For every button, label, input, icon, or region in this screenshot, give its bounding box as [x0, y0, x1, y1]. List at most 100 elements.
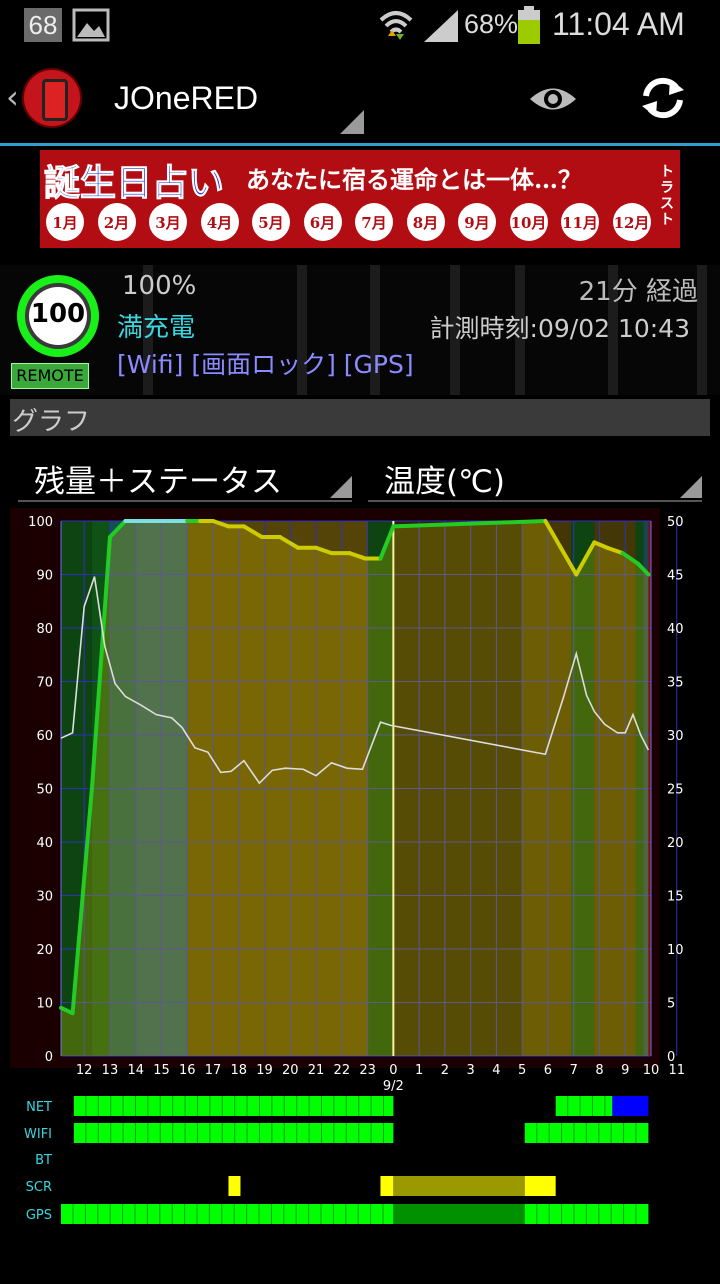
y-left-tick-label: 0 — [45, 1050, 53, 1065]
x-tick-label: 19 — [256, 1063, 273, 1078]
battery-chart: 12 13 14 15 16 17 18 19 20 21 22 23 0 1 2 3 4 5 6 7 8 9 10 11 9/… — [0, 508, 720, 1280]
right-graph-spinner[interactable]: 温度(℃) — [368, 452, 702, 502]
x-tick-label: 23 — [359, 1063, 376, 1078]
eye-icon[interactable] — [528, 82, 578, 116]
x-tick-label: 1 — [415, 1063, 423, 1078]
left-graph-spinner[interactable]: 残量＋ステータス — [18, 452, 352, 502]
status-row-label: WIFI — [24, 1127, 52, 1142]
elapsed-time: 21分 経過 — [578, 277, 698, 307]
y-left-tick-label: 70 — [36, 676, 53, 691]
notification-badge-text: 68 — [28, 9, 58, 40]
banner-month-2: 2月 — [97, 203, 136, 241]
x-tick-label: 5 — [518, 1063, 526, 1078]
banner-month-3: 3月 — [149, 203, 187, 241]
y-right-tick-label: 10 — [667, 943, 684, 958]
graph-section-header: グラフ — [10, 399, 710, 437]
y-left-tick-label: 20 — [36, 943, 53, 958]
y-left-tick-label: 50 — [36, 783, 53, 798]
screen-on-band — [228, 1176, 241, 1196]
net-on-band — [73, 1096, 394, 1116]
y-left-tick-label: 60 — [36, 729, 53, 744]
y-left-tick-label: 40 — [36, 836, 53, 851]
device-info-panel: 100 REMOTE 100% 満充電 [Wifi] [画面ロック] [GPS]… — [0, 265, 720, 395]
y-right-tick-label: 25 — [667, 783, 684, 798]
x-tick-label: 21 — [308, 1063, 325, 1078]
x-tick-label: 11 — [668, 1063, 685, 1078]
x-tick-label: 2 — [441, 1063, 449, 1078]
wifi-icon — [379, 11, 413, 40]
y-left-tick-label: 80 — [36, 622, 53, 637]
battery-percent: 68% — [464, 9, 519, 39]
banner-month-1: 1月 — [46, 203, 84, 241]
x-tick-label: 10 — [643, 1063, 660, 1078]
notification-68-icon: 68 — [24, 8, 62, 42]
picture-icon — [72, 8, 110, 42]
status-time: 11:04 AM — [552, 6, 685, 42]
chevron-down-icon — [680, 476, 702, 498]
x-tick-label: 7 — [570, 1063, 578, 1078]
section-title: グラフ — [12, 407, 91, 437]
x-tick-label: 9 — [621, 1063, 629, 1078]
net-on-band — [555, 1096, 613, 1116]
phone-app-icon[interactable] — [24, 70, 80, 126]
banner-month-9: 9月 — [458, 203, 496, 241]
signal-icon — [424, 10, 458, 42]
left-spinner-label: 残量＋ステータス — [34, 464, 282, 500]
banner-month-6: 6月 — [303, 203, 342, 241]
banner-month-10: 10月 — [509, 203, 548, 241]
screen-on-band — [524, 1176, 556, 1196]
ad-banner[interactable]: 誕生日占い あなたに宿る運命とは一体…？ トラスト 1月 2月 3月 4月 5月 6月 7月… — [40, 150, 680, 248]
banner-month-4: 4月 — [200, 203, 239, 241]
net-mobile-band — [612, 1096, 649, 1116]
device-flags: [Wifi] [画面ロック] [GPS] — [117, 350, 414, 379]
charge-status: 満充電 — [117, 313, 196, 343]
status-row-label: GPS — [26, 1208, 52, 1223]
battery-percent-text: 100% — [122, 271, 197, 301]
banner-month-12: 12月 — [612, 203, 651, 241]
y-left-tick-label: 100 — [28, 515, 53, 530]
y-right-tick-label: 35 — [667, 676, 684, 691]
screen-locked-band — [393, 1176, 525, 1196]
action-bar: ‹ JOneRED — [0, 52, 720, 144]
y-right-tick-label: 30 — [667, 729, 684, 744]
status-row-label: BT — [35, 1153, 52, 1168]
y-right-tick-label: 5 — [667, 997, 675, 1012]
banner-month-7: 7月 — [355, 203, 393, 241]
x-tick-label: 4 — [492, 1063, 500, 1078]
banner-month-11: 11月 — [561, 203, 599, 241]
y-right-tick-label: 40 — [667, 622, 684, 637]
y-right-tick-label: 15 — [667, 890, 684, 905]
refresh-icon[interactable] — [640, 76, 686, 120]
measured-time: 計測時刻:09/02 10:43 — [429, 314, 690, 343]
back-chevron-icon[interactable]: ‹ — [6, 78, 19, 116]
action-bar-divider — [0, 143, 720, 146]
banner-subtitle: あなたに宿る運命とは一体…？ — [246, 165, 582, 194]
battery-area — [61, 521, 649, 1056]
date-marker-label: 9/2 — [383, 1079, 404, 1094]
title-dropdown-indicator[interactable] — [340, 110, 364, 134]
x-tick-label: 13 — [102, 1063, 119, 1078]
banner-month-5: 5月 — [252, 203, 290, 241]
screen-on-band — [380, 1176, 394, 1196]
y-right-tick-label: 0 — [667, 1050, 675, 1065]
status-row-label: NET — [26, 1100, 52, 1115]
remote-badge: REMOTE — [11, 363, 89, 389]
y-left-tick-label: 10 — [36, 997, 53, 1012]
banner-month-8: 8月 — [406, 203, 445, 241]
x-tick-label: 18 — [230, 1063, 247, 1078]
gps-on-band — [61, 1204, 394, 1224]
x-tick-label: 14 — [127, 1063, 144, 1078]
app-title[interactable]: JOneRED — [114, 80, 258, 117]
y-right-tick-label: 45 — [667, 569, 684, 584]
x-tick-label: 15 — [153, 1063, 170, 1078]
y-right-tick-label: 50 — [667, 515, 684, 530]
battery-level-gauge: 100 — [17, 275, 99, 357]
gps-idle-band — [393, 1204, 525, 1224]
x-tick-label: 8 — [595, 1063, 603, 1078]
x-tick-label: 22 — [334, 1063, 351, 1078]
chevron-down-icon — [330, 476, 352, 498]
x-tick-label: 12 — [76, 1063, 93, 1078]
x-tick-label: 6 — [544, 1063, 552, 1078]
x-tick-label: 3 — [467, 1063, 475, 1078]
banner-title: 誕生日占い — [43, 162, 225, 205]
